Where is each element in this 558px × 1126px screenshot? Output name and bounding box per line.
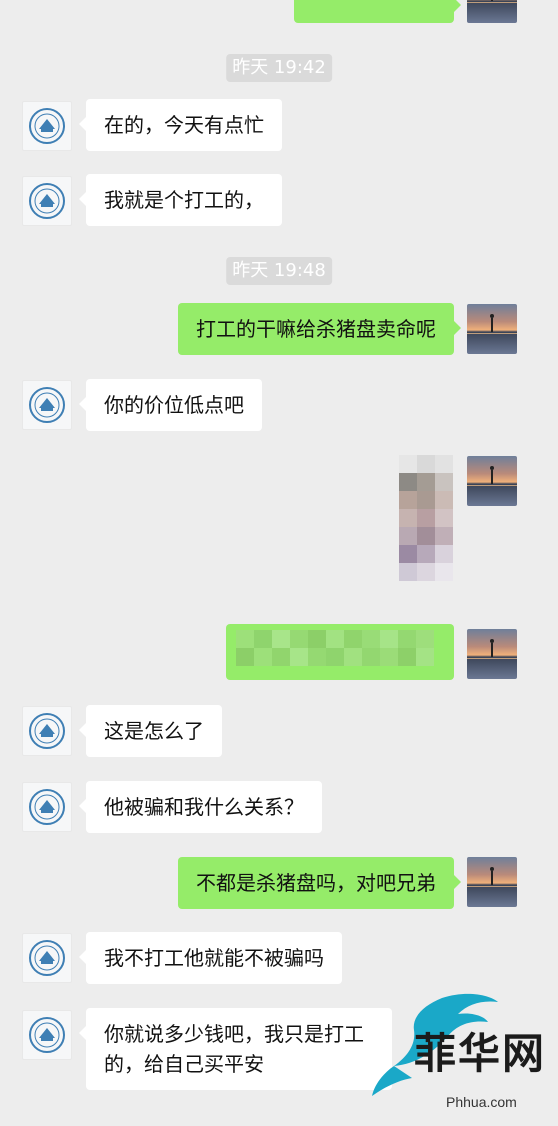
university-seal-icon: [29, 713, 65, 749]
message-bubble-sent[interactable]: 不都是杀猪盘吗，对吧兄弟: [178, 857, 461, 909]
contact-avatar[interactable]: [22, 380, 72, 430]
university-seal-icon: [29, 108, 65, 144]
contact-avatar[interactable]: [22, 933, 72, 983]
university-seal-icon: [29, 1017, 65, 1053]
watermark-brand: 菲华网: [414, 1029, 547, 1078]
contact-avatar[interactable]: [22, 782, 72, 832]
self-avatar[interactable]: [467, 629, 517, 679]
university-seal-icon: [29, 940, 65, 976]
sunset-silhouette-icon: [467, 867, 517, 887]
watermark-logo: 菲华网 Phhua.com: [372, 990, 552, 1118]
timestamp: 昨天 19:42: [226, 54, 332, 82]
image-message-pixelated[interactable]: [399, 455, 453, 581]
message-bubble-sent-partial[interactable]: [294, 0, 461, 23]
watermark-url: Phhua.com: [446, 1094, 517, 1110]
message-bubble-received[interactable]: 你就说多少钱吧，我只是打工的，给自己买平安: [79, 1008, 392, 1090]
contact-avatar[interactable]: [22, 176, 72, 226]
contact-avatar[interactable]: [22, 1010, 72, 1060]
sunset-silhouette-icon: [467, 466, 517, 486]
self-avatar[interactable]: [467, 857, 517, 907]
sunset-silhouette-icon: [467, 314, 517, 334]
message-bubble-received[interactable]: 我不打工他就能不被骗吗: [79, 932, 342, 984]
sunset-silhouette-icon: [467, 639, 517, 659]
message-bubble-received[interactable]: 你的价位低点吧: [79, 379, 262, 431]
sunset-silhouette-icon: [467, 0, 517, 3]
self-avatar[interactable]: [467, 304, 517, 354]
university-seal-icon: [29, 183, 65, 219]
contact-avatar[interactable]: [22, 706, 72, 756]
message-bubble-received[interactable]: 他被骗和我什么关系？: [79, 781, 322, 833]
university-seal-icon: [29, 387, 65, 423]
self-avatar[interactable]: [467, 0, 517, 23]
chat-screen: 昨天 19:42 在的，今天有点忙 我就是个打工的， 昨天 19:48 打工的干…: [0, 0, 558, 1126]
self-avatar[interactable]: [467, 456, 517, 506]
message-bubble-sent-redacted[interactable]: [226, 624, 454, 680]
message-bubble-sent[interactable]: 打工的干嘛给杀猪盘卖命呢: [178, 303, 461, 355]
timestamp: 昨天 19:48: [226, 257, 332, 285]
message-bubble-received[interactable]: 在的，今天有点忙: [79, 99, 282, 151]
message-bubble-received[interactable]: 我就是个打工的，: [79, 174, 282, 226]
contact-avatar[interactable]: [22, 101, 72, 151]
university-seal-icon: [29, 789, 65, 825]
message-bubble-received[interactable]: 这是怎么了: [79, 705, 222, 757]
